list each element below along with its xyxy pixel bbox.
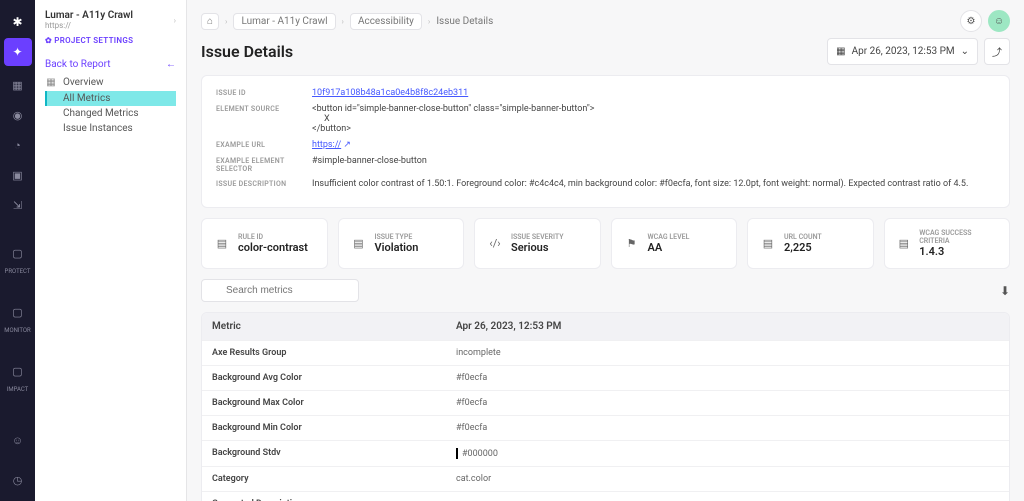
rail-clock-icon[interactable]: ◷ [7, 469, 29, 491]
doc-icon: ▤ [760, 236, 776, 252]
breadcrumb-accessibility[interactable]: Accessibility [350, 13, 422, 30]
breadcrumb: ⌂ › Lumar - A11y Crawl › Accessibility ›… [201, 13, 493, 30]
nav-rail: ✱ ✦ ▦ ◉ ◔ ▣ ⇲ ▢ PROTECT ▢ MONITOR ▢ IMPA… [0, 0, 35, 501]
doc-icon: ▤ [897, 236, 912, 252]
table-row: Background Avg Color#f0ecfa [202, 365, 1009, 390]
home-icon: ⌂ [207, 16, 213, 27]
example-url-link[interactable]: https:// [312, 140, 341, 150]
project-name: Lumar - A11y Crawl [45, 10, 133, 21]
rail-clipboard-icon[interactable]: ▣ [7, 164, 29, 186]
logo-icon: ✱ [4, 8, 32, 36]
issue-id-link[interactable]: 10f917a108b48a1ca0e4b8f8c24eb311 [312, 88, 468, 98]
user-icon: ☺ [994, 16, 1004, 27]
code-icon: ‹/› [487, 236, 503, 252]
share-icon: ⤴ [992, 48, 1002, 59]
main: ⌂ › Lumar - A11y Crawl › Accessibility ›… [187, 0, 1024, 501]
doc-icon: ▤ [351, 236, 367, 252]
page-title: Issue Details [201, 42, 293, 61]
breadcrumb-home[interactable]: ⌂ [201, 13, 219, 30]
date-picker[interactable]: ▦ Apr 26, 2023, 12:53 PM ⌄ [827, 38, 978, 65]
rail-section-protect: ▢ PROTECT [5, 238, 31, 275]
table-header-value: Apr 26, 2023, 12:53 PM [446, 313, 1009, 340]
rail-speed-icon[interactable]: ◔ [7, 134, 29, 156]
table-row: Categorycat.color [202, 466, 1009, 491]
color-swatch [456, 448, 458, 459]
card-rule-id: ▤RULE IDcolor-contrast [201, 218, 328, 269]
table-header-metric: Metric [202, 313, 446, 340]
rail-globe-icon[interactable]: ◉ [7, 104, 29, 126]
table-row: Axe Results Groupincomplete [202, 340, 1009, 365]
card-issue-type: ▤ISSUE TYPEViolation [338, 218, 465, 269]
external-link-icon: ↗ [343, 140, 351, 150]
element-selector: #simple-banner-close-button [312, 156, 995, 166]
rail-export-icon[interactable]: ⇲ [7, 194, 29, 216]
issue-description: Insufficient color contrast of 1.50:1. F… [312, 179, 995, 189]
chevron-down-icon: ⌄ [961, 46, 969, 57]
chevron-right-icon: › [428, 17, 430, 26]
issue-info-panel: ISSUE ID10f917a108b48a1ca0e4b8f8c24eb311… [201, 75, 1010, 208]
card-wcag-level: ⚑WCAG LEVELAA [611, 218, 738, 269]
breadcrumb-project[interactable]: Lumar - A11y Crawl [233, 13, 335, 30]
doc-icon: ▤ [214, 236, 230, 252]
rail-section-monitor: ▢ MONITOR [4, 297, 31, 334]
rail-help-icon[interactable]: ☺ [7, 429, 29, 451]
sidebar-item-issue-instances[interactable]: Issue Instances [45, 121, 176, 136]
sidebar-item-changed-metrics[interactable]: Changed Metrics [45, 106, 176, 121]
card-url-count: ▤URL COUNT2,225 [747, 218, 874, 269]
card-wcag-criteria: ▤WCAG SUCCESS CRITERIA1.4.3 [884, 218, 1011, 269]
table-row: Background Min Color#f0ecfa [202, 415, 1009, 440]
shield-icon[interactable]: ▢ [6, 242, 28, 264]
download-button[interactable]: ⬇ [1000, 284, 1010, 298]
chevron-right-icon: › [225, 17, 227, 26]
download-icon: ⬇ [1000, 284, 1010, 298]
flag-icon: ⚑ [624, 236, 640, 252]
sidebar-item-overview[interactable]: ▦ Overview [45, 74, 176, 91]
element-source: <button id="simple-banner-close-button" … [312, 104, 995, 134]
user-avatar[interactable]: ☺ [988, 10, 1010, 32]
breadcrumb-current: Issue Details [436, 16, 493, 27]
project-url: https:// [45, 21, 133, 30]
project-settings-link[interactable]: ✿ PROJECT SETTINGS [45, 36, 176, 45]
rail-grid-icon[interactable]: ▦ [7, 74, 29, 96]
sidebar-item-all-metrics[interactable]: All Metrics [45, 91, 176, 106]
rail-analyze-icon[interactable]: ✦ [4, 38, 32, 66]
impact-icon[interactable]: ▢ [7, 360, 29, 382]
table-row: Computed Description- [202, 491, 1009, 501]
card-severity: ‹/›ISSUE SEVERITYSerious [474, 218, 601, 269]
gear-icon: ⚙ [967, 16, 976, 27]
back-to-report[interactable]: Back to Report ← [45, 59, 176, 70]
metrics-table: Metric Apr 26, 2023, 12:53 PM Axe Result… [201, 312, 1010, 501]
search-input[interactable] [201, 279, 359, 302]
grid-icon: ▦ [45, 77, 57, 88]
table-row: Background Max Color#f0ecfa [202, 390, 1009, 415]
calendar-icon: ▦ [836, 46, 845, 57]
share-button[interactable]: ⤴ [984, 38, 1010, 65]
sidebar: Lumar - A11y Crawl https:// › ✿ PROJECT … [35, 0, 187, 501]
settings-button[interactable]: ⚙ [960, 10, 982, 32]
monitor-icon[interactable]: ▢ [7, 301, 29, 323]
table-row: Background Stdv#000000 [202, 440, 1009, 466]
rail-section-impact: ▢ IMPACT [7, 356, 29, 393]
arrow-left-icon: ← [166, 59, 176, 70]
chevron-right-icon: › [342, 17, 344, 26]
chevron-right-icon[interactable]: › [174, 16, 176, 25]
